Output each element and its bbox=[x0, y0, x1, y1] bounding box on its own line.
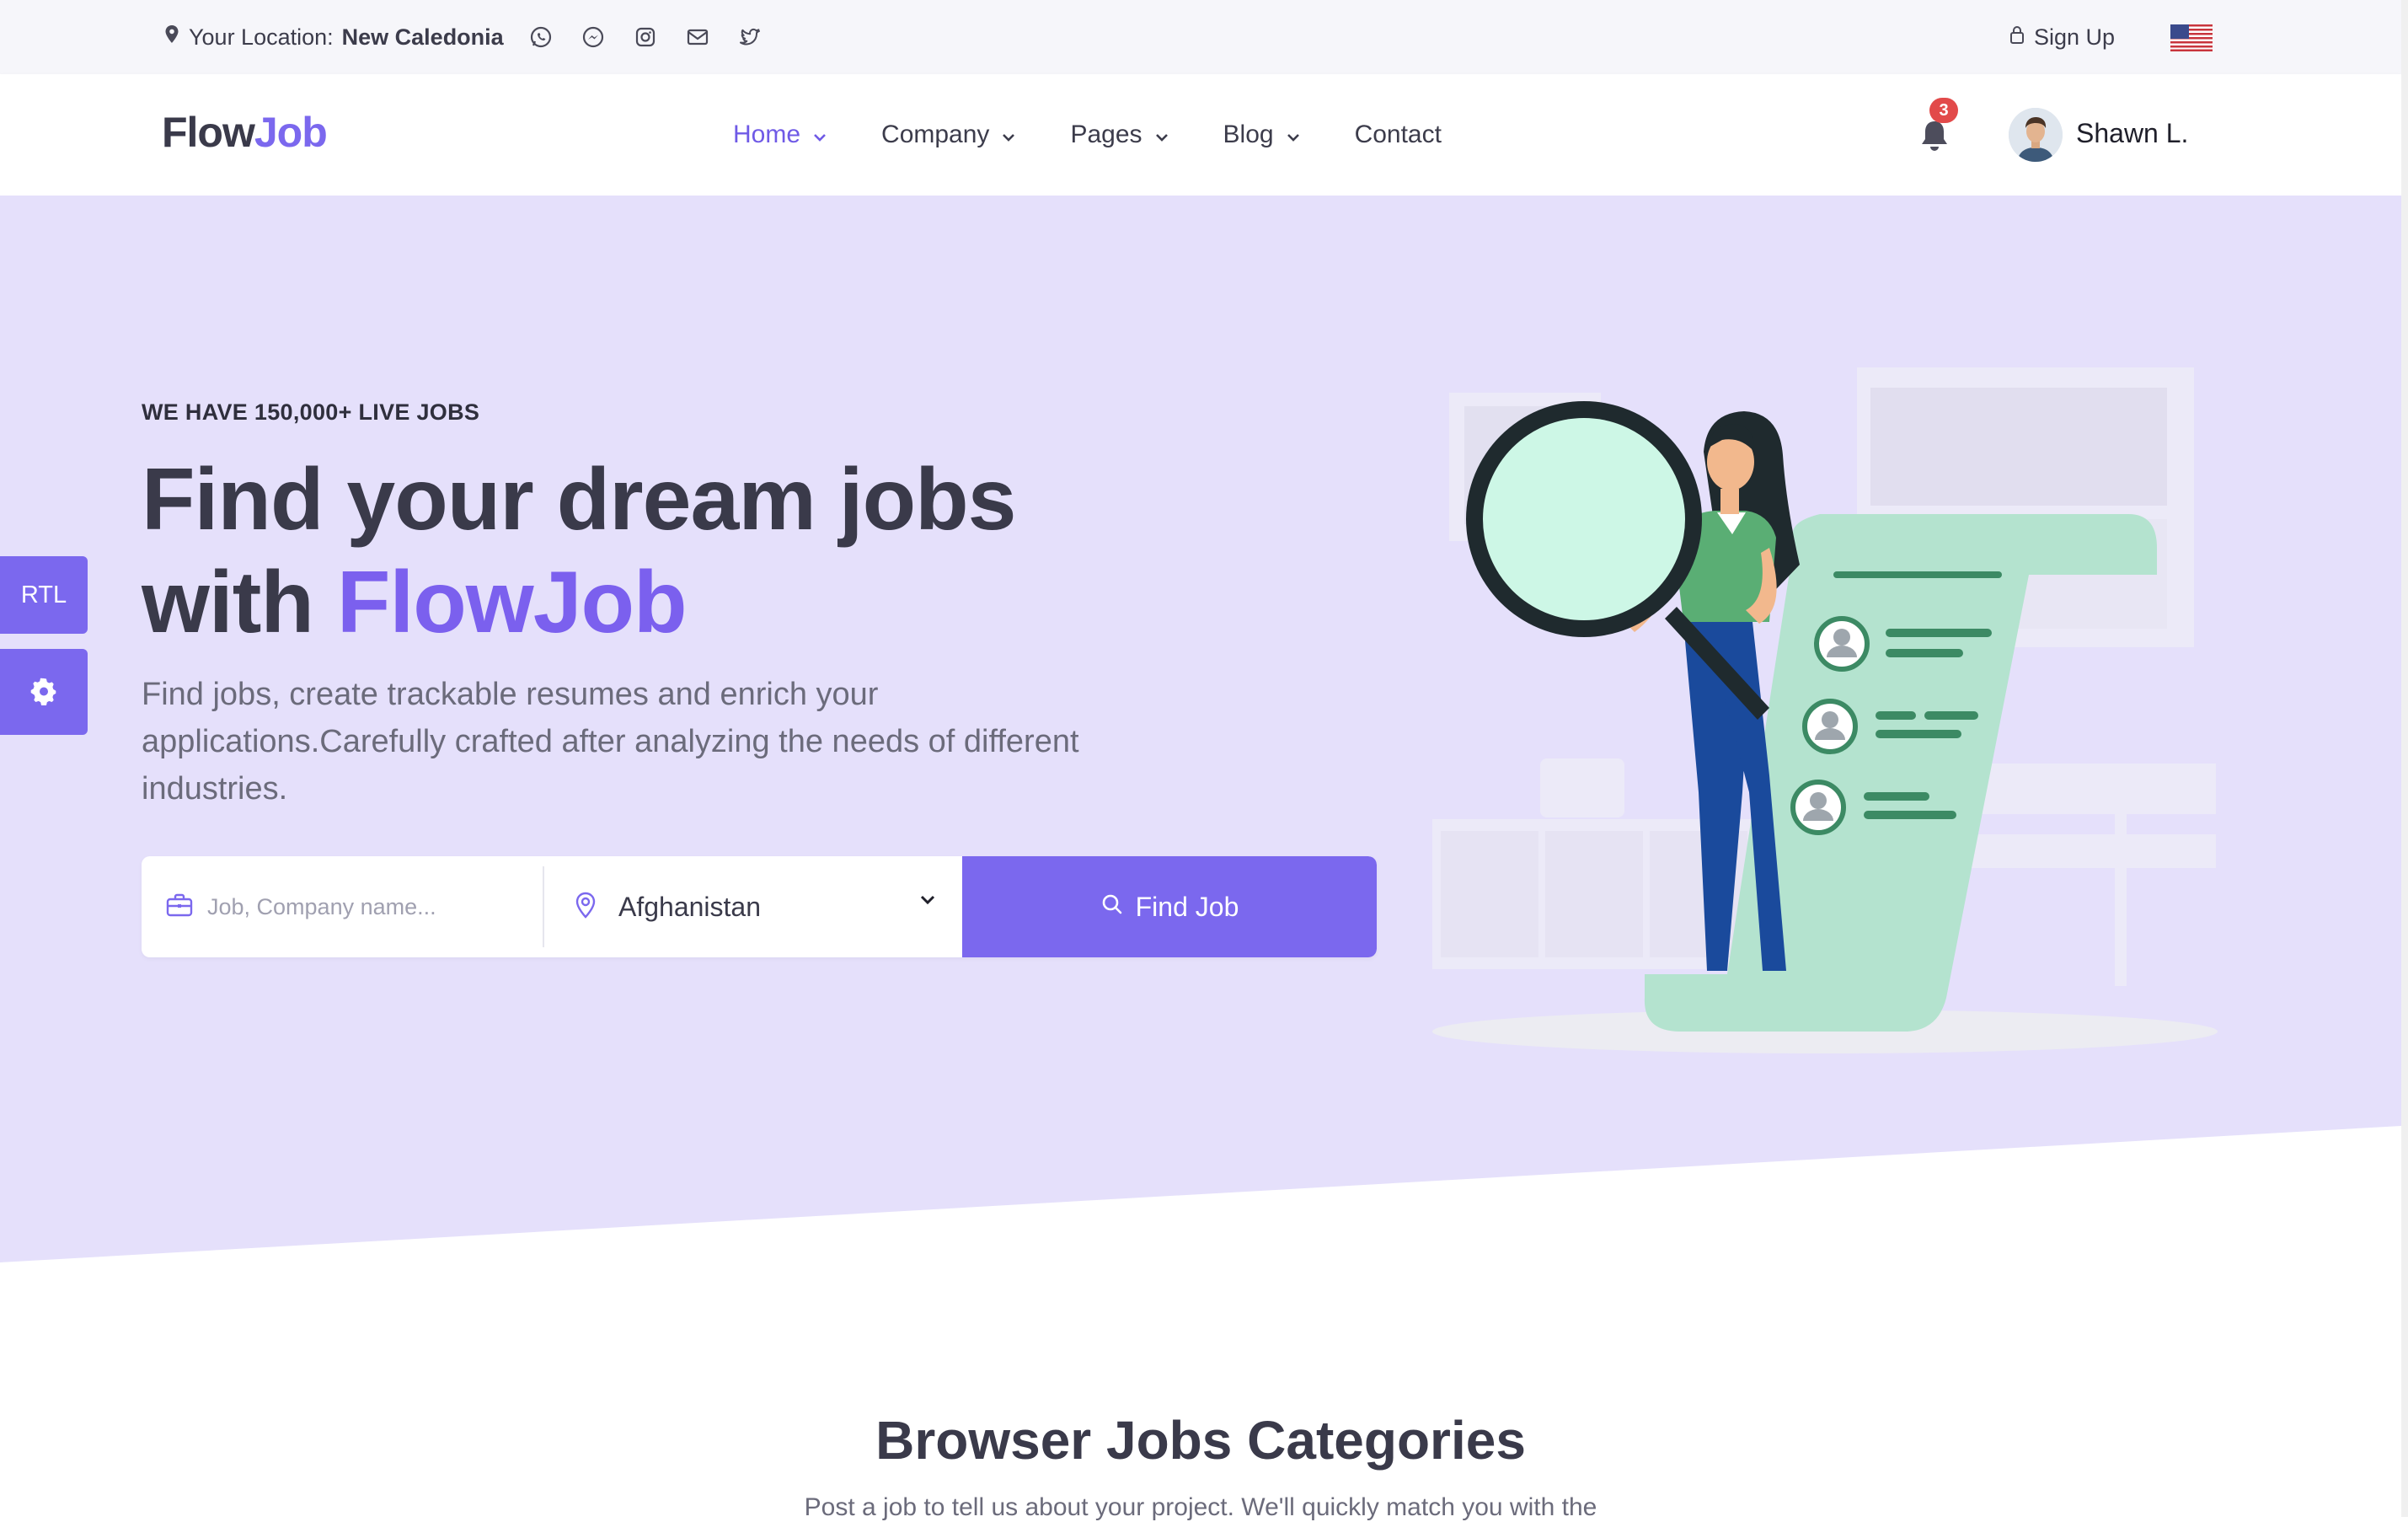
chevron-down-icon bbox=[1154, 121, 1169, 149]
lock-icon bbox=[2009, 24, 2025, 51]
location-select-value: Afghanistan bbox=[618, 891, 762, 922]
map-pin-icon bbox=[163, 24, 180, 51]
chevron-down-icon bbox=[1001, 121, 1016, 149]
brand-logo[interactable]: FlowJob bbox=[162, 108, 328, 157]
keyword-input[interactable] bbox=[206, 892, 529, 921]
page-scrollbar[interactable] bbox=[2401, 0, 2408, 1517]
headline-line-2: with FlowJob bbox=[142, 551, 1015, 654]
nav-item-contact[interactable]: Contact bbox=[1355, 121, 1442, 149]
gear-icon bbox=[29, 675, 59, 710]
hero-headline: Find your dream jobs with FlowJob bbox=[142, 448, 1016, 654]
briefcase-icon bbox=[165, 892, 194, 923]
location-label: Your Location: bbox=[189, 24, 334, 50]
find-job-label: Find Job bbox=[1135, 891, 1239, 922]
keyword-field[interactable] bbox=[142, 866, 544, 947]
social-links bbox=[527, 0, 763, 74]
nav-item-company[interactable]: Company bbox=[881, 121, 1016, 149]
nav-item-label: Contact bbox=[1354, 121, 1442, 148]
find-job-button[interactable]: Find Job bbox=[962, 856, 1377, 957]
nav-menu: Home Company Pages Blog Contact bbox=[733, 74, 1496, 196]
top-bar: Your Location: New Caledonia Sign Up bbox=[0, 0, 2401, 74]
logo-text-flow: Flow bbox=[162, 109, 255, 156]
job-search-bar: Afghanistan Find Job bbox=[142, 856, 1377, 957]
chevron-down-icon bbox=[1286, 121, 1301, 149]
settings-button[interactable] bbox=[0, 649, 88, 735]
hero-illustration bbox=[1432, 367, 2218, 1053]
logo-text-job: Job bbox=[254, 109, 328, 156]
nav-item-label: Home bbox=[733, 121, 801, 148]
hero-eyebrow: WE HAVE 150,000+ LIVE JOBS bbox=[142, 399, 480, 425]
avatar[interactable] bbox=[2009, 108, 2063, 162]
main-navbar: FlowJob Home Company Pages Blog Contact … bbox=[0, 74, 2401, 196]
map-pin-icon bbox=[573, 891, 598, 924]
nav-item-home[interactable]: Home bbox=[733, 121, 827, 149]
sign-up-link[interactable]: Sign Up bbox=[2009, 0, 2115, 74]
rtl-toggle-button[interactable]: RTL bbox=[0, 556, 88, 634]
categories-title: Browser Jobs Categories bbox=[875, 1410, 1526, 1471]
headline-line-1: Find your dream jobs bbox=[142, 451, 1016, 549]
categories-subtitle: Post a job to tell us about your project… bbox=[804, 1493, 1597, 1521]
user-name[interactable]: Shawn L. bbox=[2076, 118, 2188, 149]
mail-icon[interactable] bbox=[684, 24, 711, 51]
nav-item-label: Blog bbox=[1223, 121, 1274, 148]
headline-with: with bbox=[142, 554, 337, 651]
headline-brand: FlowJob bbox=[336, 554, 688, 651]
instagram-icon[interactable] bbox=[632, 24, 659, 51]
location-select[interactable]: Afghanistan bbox=[544, 856, 962, 957]
location-info: Your Location: New Caledonia bbox=[163, 0, 504, 74]
nav-item-blog[interactable]: Blog bbox=[1223, 121, 1301, 149]
twitter-icon[interactable] bbox=[736, 24, 763, 51]
location-value[interactable]: New Caledonia bbox=[342, 24, 504, 51]
nav-item-pages[interactable]: Pages bbox=[1070, 121, 1169, 149]
messenger-icon[interactable] bbox=[580, 24, 607, 51]
hero-subtitle: Find jobs, create trackable resumes and … bbox=[142, 677, 1079, 807]
sign-up-label: Sign Up bbox=[2034, 24, 2116, 50]
chevron-down-icon bbox=[812, 121, 827, 149]
chevron-down-icon bbox=[918, 893, 937, 911]
nav-item-label: Pages bbox=[1070, 121, 1142, 148]
hero-diagonal-divider bbox=[0, 1126, 2401, 1281]
notification-badge: 3 bbox=[1929, 98, 1958, 123]
nav-item-label: Company bbox=[881, 121, 990, 148]
search-icon bbox=[1100, 892, 1124, 923]
whatsapp-icon[interactable] bbox=[527, 24, 554, 51]
us-flag-icon[interactable] bbox=[2170, 24, 2213, 51]
